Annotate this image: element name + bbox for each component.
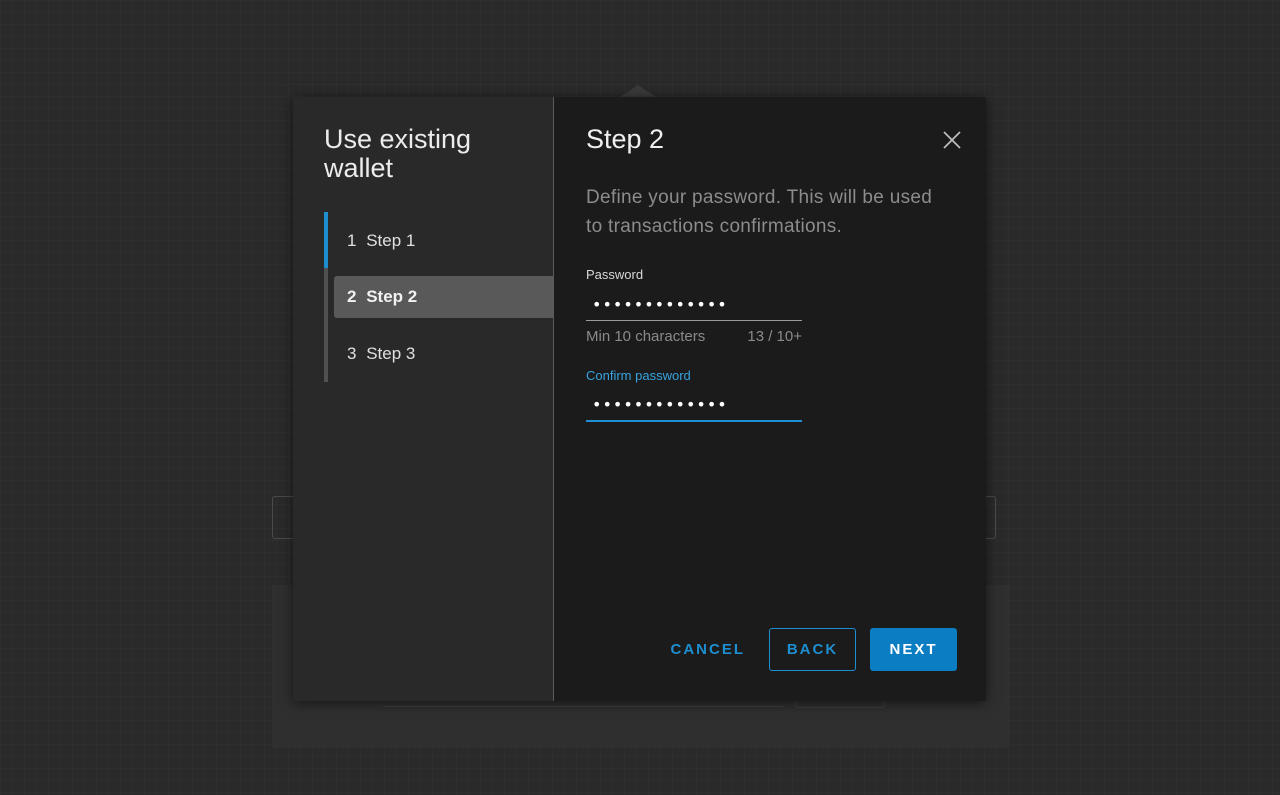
close-button[interactable] bbox=[940, 128, 964, 152]
next-button[interactable]: NEXT bbox=[870, 628, 957, 671]
backdrop-shape bbox=[620, 85, 656, 97]
wizard-modal: Use existing wallet 1 Step 1 2 Step 2 3 … bbox=[293, 97, 986, 701]
confirm-password-label: Confirm password bbox=[586, 368, 691, 383]
back-button[interactable]: BACK bbox=[769, 628, 856, 671]
confirm-password-input[interactable] bbox=[586, 389, 802, 422]
step-number: 2 bbox=[347, 287, 357, 306]
backdrop-line bbox=[383, 706, 783, 707]
password-helper-text: Min 10 characters bbox=[586, 328, 706, 345]
step-description: Define your password. This will be used … bbox=[586, 187, 933, 237]
wizard-body: Step 2 Define your password. This will b… bbox=[554, 97, 986, 701]
wizard-nav: Use existing wallet 1 Step 1 2 Step 2 3 … bbox=[293, 97, 554, 701]
password-counter: 13 / 10+ bbox=[747, 328, 802, 345]
step-label: Step 2 bbox=[366, 287, 418, 306]
step-item-3[interactable]: 3 Step 3 bbox=[334, 333, 553, 375]
step-number: 3 bbox=[347, 344, 357, 363]
step-item-2[interactable]: 2 Step 2 bbox=[334, 276, 553, 318]
password-input[interactable] bbox=[586, 288, 802, 321]
confirm-password-field-group: Confirm password bbox=[586, 368, 802, 422]
cancel-button[interactable]: CANCEL bbox=[659, 628, 758, 671]
step-item-1[interactable]: 1 Step 1 bbox=[334, 220, 553, 262]
password-helper: Min 10 characters 13 / 10+ bbox=[586, 328, 802, 345]
wizard-footer: CANCEL BACK NEXT bbox=[659, 628, 957, 671]
step-title: Step 2 bbox=[586, 124, 665, 154]
close-icon bbox=[943, 131, 961, 149]
step-label: Step 1 bbox=[366, 231, 416, 250]
step-label: Step 3 bbox=[366, 344, 416, 363]
step-rail-progress bbox=[324, 212, 328, 268]
password-field-group: Password Min 10 characters 13 / 10+ bbox=[586, 267, 802, 345]
wizard-title: Use existing wallet bbox=[324, 124, 472, 183]
step-number: 1 bbox=[347, 231, 357, 250]
password-label: Password bbox=[586, 267, 644, 282]
